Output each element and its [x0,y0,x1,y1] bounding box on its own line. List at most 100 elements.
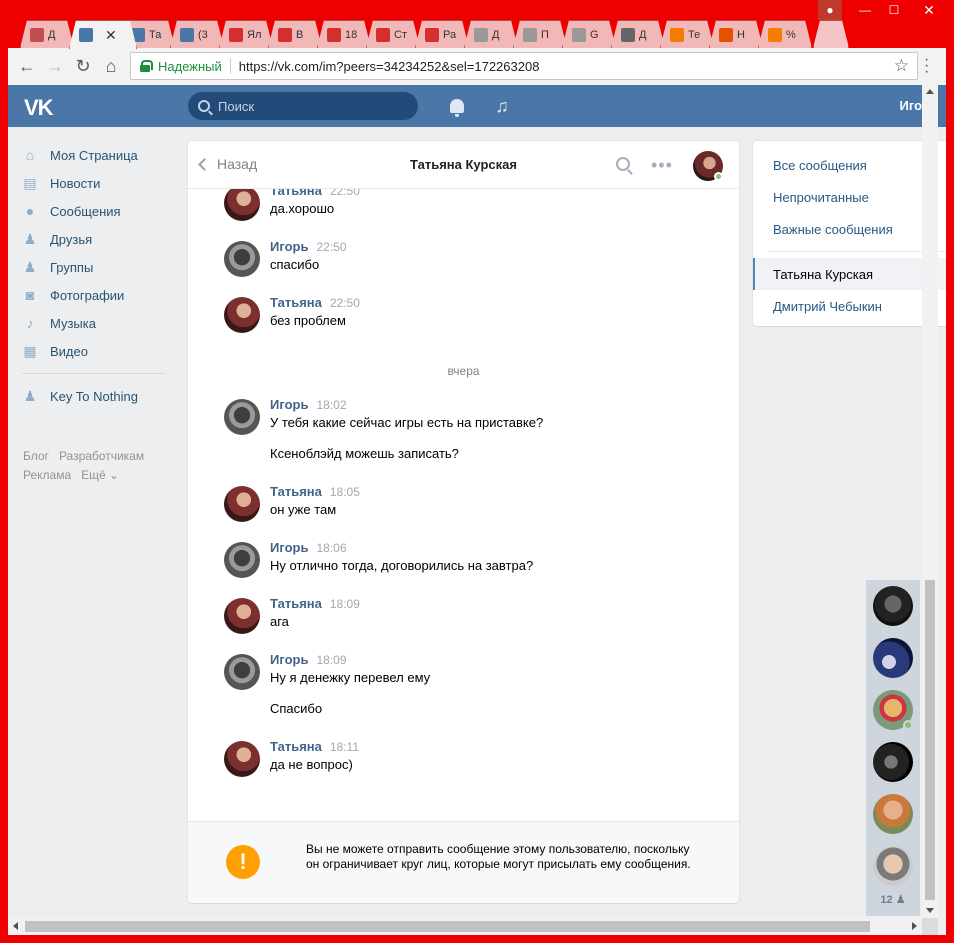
more-actions-icon[interactable]: ••• [651,155,673,176]
message-avatar[interactable] [224,241,260,277]
filter-all-messages[interactable]: Все сообщения [753,149,946,181]
browser-tab[interactable]: % [758,20,812,48]
footer-ads-link[interactable]: Реклама [23,468,71,482]
address-bar[interactable]: Надежный https://vk.com/im?peers=3423425… [130,52,918,80]
horizontal-scroll-thumb[interactable] [25,921,870,932]
browser-tab[interactable]: G [562,20,616,48]
browser-tab[interactable]: ✕ [69,20,137,49]
notifications-bell-icon[interactable] [446,95,468,117]
chat-search-icon[interactable] [616,157,630,171]
peer-item-dmitry[interactable]: Дмитрий Чебыкин [753,290,946,322]
nav-item[interactable]: ◙ Фотографии [8,281,178,309]
chat-avatar-4[interactable] [873,742,913,782]
message-avatar[interactable] [224,598,260,634]
message-avatar[interactable] [224,297,260,333]
chat-avatar-5[interactable] [873,794,913,834]
message-time[interactable]: 18:09 [330,597,360,611]
browser-tab[interactable]: В [268,20,322,48]
nav-item[interactable]: ⌂ Моя Страница [8,141,178,169]
tab-close-icon[interactable]: ✕ [105,27,117,44]
search-box[interactable] [188,92,418,120]
nav-item[interactable]: ▦ Видео [8,337,178,365]
footer-more-link[interactable]: Ещё ⌄ [81,468,119,482]
message-time[interactable]: 18:11 [330,740,359,754]
browser-tab[interactable]: 18 [317,20,371,48]
message-avatar[interactable] [224,185,260,221]
minimize-button[interactable]: — [852,0,878,20]
message-author[interactable]: Татьяна [270,484,322,499]
browser-tab[interactable]: Д [611,20,665,48]
browser-tab[interactable]: (3 [170,20,224,48]
chrome-menu-icon[interactable]: · · · [924,52,942,80]
message-author[interactable]: Игорь [270,239,308,254]
home-button-icon[interactable]: ⌂ [100,55,122,77]
chat-avatar-2[interactable] [873,638,913,678]
vertical-scroll-thumb[interactable] [925,580,935,900]
message-time[interactable]: 22:50 [330,296,360,310]
nav-item[interactable]: ♟ Друзья [8,225,178,253]
browser-tab[interactable]: Ял [219,20,273,48]
message-time[interactable]: 18:02 [316,398,346,412]
message-time[interactable]: 18:09 [316,653,346,667]
chat-avatar-6[interactable] [873,846,913,886]
message-time[interactable]: 22:50 [316,240,346,254]
url-text[interactable]: https://vk.com/im?peers=34234252&sel=172… [239,59,540,74]
browser-tab[interactable]: Ра [415,20,469,48]
nav-item[interactable]: ● Сообщения [8,197,178,225]
browser-tab[interactable]: Те [660,20,714,48]
message-author[interactable]: Игорь [270,540,308,555]
browser-toolbar: ← → ↻ ⌂ Надежный https://vk.com/im?peers… [8,48,946,85]
message-avatar[interactable] [224,542,260,578]
yap-icon [278,28,292,42]
browser-tab[interactable]: Н [709,20,763,48]
message-author[interactable]: Игорь [270,397,308,412]
chat-avatar-1[interactable] [873,586,913,626]
nav-item-label: Фотографии [50,287,125,303]
peer-item-tatiana[interactable]: Татьяна Курская [753,258,946,290]
message-avatar[interactable] [224,741,260,777]
scroll-down-icon[interactable] [926,908,934,913]
browser-tab[interactable]: Д [20,20,74,48]
message-avatar[interactable] [224,486,260,522]
message-avatar[interactable] [224,654,260,690]
forward-arrow-icon[interactable]: → [44,55,66,77]
nav-item[interactable]: ▤ Новости [8,169,178,197]
message-time[interactable]: 18:05 [330,485,360,499]
message-author[interactable]: Татьяна [270,295,322,310]
browser-tab[interactable]: Д [464,20,518,48]
reload-icon[interactable]: ↻ [72,55,94,77]
footer-developers-link[interactable]: Разработчикам [59,449,144,463]
chat-header: Назад Татьяна Курская ••• [188,141,739,189]
message-author[interactable]: Татьяна [270,596,322,611]
scroll-right-icon[interactable] [912,922,917,930]
profile-icon[interactable]: ● [818,0,842,20]
message-author[interactable]: Татьяна [270,739,322,754]
nav-item[interactable]: ♟ Key To Nothing [8,382,178,410]
back-arrow-icon[interactable]: ← [16,55,38,77]
browser-tab[interactable]: П [513,20,567,48]
groups-icon: ♟ [23,258,37,275]
filter-important[interactable]: Важные сообщения [753,213,946,245]
nav-item[interactable]: ♪ Музыка [8,309,178,337]
close-window-button[interactable]: ✕ [908,0,950,20]
footer-blog-link[interactable]: Блог [23,449,49,463]
document-icon [572,28,586,42]
scroll-left-icon[interactable] [13,922,18,930]
message-time[interactable]: 18:06 [316,541,346,555]
new-tab-button[interactable] [813,20,849,48]
vertical-scrollbar[interactable] [922,85,938,935]
nav-item[interactable]: ♟ Группы [8,253,178,281]
filter-unread[interactable]: Непрочитанные [753,181,946,213]
online-friends-count[interactable]: 12 ♟ [866,893,920,906]
music-note-icon[interactable]: ♫ [491,95,513,117]
search-input[interactable] [218,98,398,114]
maximize-button[interactable]: ☐ [880,0,908,20]
scroll-up-icon[interactable] [926,89,934,94]
bookmark-star-icon[interactable]: ☆ [894,56,909,76]
vk-logo-icon[interactable]: VK [24,95,54,121]
browser-tab[interactable]: Ст [366,20,420,48]
message-avatar[interactable] [224,399,260,435]
horizontal-scrollbar[interactable] [8,918,922,935]
cannot-message-notice: ! Вы не можете отправить сообщение этому… [188,821,739,903]
message-author[interactable]: Игорь [270,652,308,667]
